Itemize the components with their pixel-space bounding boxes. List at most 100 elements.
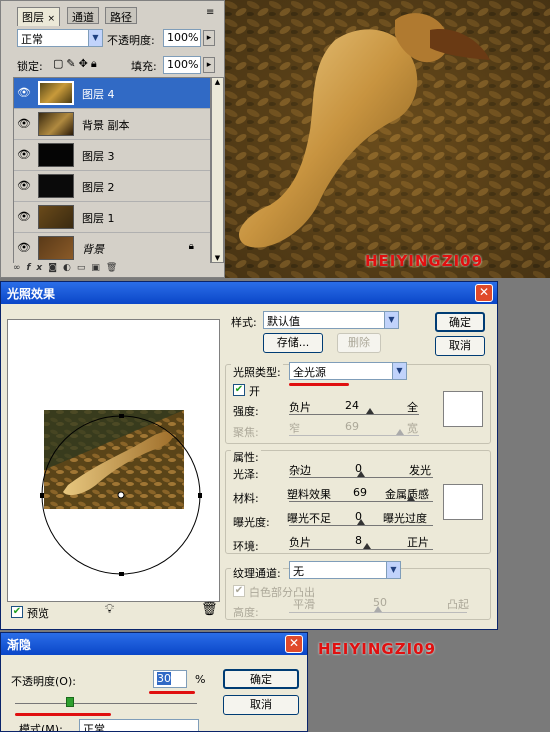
- ok-button[interactable]: 确定: [435, 312, 485, 332]
- white-high-checkbox[interactable]: ✔: [233, 585, 245, 597]
- intensity-slider-track[interactable]: [289, 414, 419, 415]
- fade-opacity-slider-track[interactable]: [15, 703, 197, 704]
- height-slider-track[interactable]: [289, 612, 467, 613]
- eye-icon[interactable]: 👁︎: [17, 210, 31, 223]
- close-button[interactable]: ✕: [285, 635, 303, 653]
- trash-icon[interactable]: 🗑︎: [201, 602, 218, 617]
- preview-checkbox[interactable]: ✔: [11, 606, 23, 618]
- intensity-slider-thumb[interactable]: [365, 408, 374, 414]
- intensity-min-label: 负片: [289, 401, 311, 414]
- ambience-slider-thumb[interactable]: [362, 543, 371, 549]
- new-layer-icon[interactable]: ▣: [91, 263, 106, 273]
- intensity-max-label: 全: [407, 401, 418, 414]
- gloss-label: 光泽:: [233, 468, 259, 481]
- fade-mode-label: 模式(M):: [19, 723, 63, 732]
- layer-row[interactable]: 👁︎ 背景 🔒︎: [14, 233, 210, 264]
- fade-opacity-slider-thumb[interactable]: [65, 697, 74, 707]
- mask-icon[interactable]: ◙: [48, 263, 63, 273]
- layer-row[interactable]: 👁︎ 图层 1: [14, 202, 210, 233]
- fill-label: 填充:: [131, 60, 157, 73]
- eye-icon[interactable]: 👁︎: [17, 117, 31, 130]
- height-slider-thumb[interactable]: [374, 606, 382, 612]
- layer-thumbnail: [38, 236, 74, 260]
- intensity-value: 24: [345, 399, 359, 412]
- fill-input[interactable]: 100%: [163, 56, 201, 74]
- properties-label: 属性:: [231, 449, 261, 465]
- layer-scrollbar[interactable]: ▲ ▼: [211, 77, 224, 263]
- scroll-down-icon[interactable]: ▼: [212, 254, 223, 262]
- chevron-down-icon: ▼: [386, 562, 400, 578]
- fx-icon[interactable]: fx: [27, 263, 49, 273]
- close-icon[interactable]: ×: [48, 14, 56, 24]
- ambience-slider-track[interactable]: [289, 549, 433, 550]
- fade-cancel-label: 取消: [250, 698, 272, 711]
- red-underline: [149, 691, 195, 694]
- eye-icon[interactable]: 👁︎: [17, 179, 31, 192]
- ok-button-label: 确定: [449, 316, 471, 329]
- fill-arrow-button[interactable]: ▸: [203, 57, 215, 73]
- blend-mode-select[interactable]: 正常 ▼: [17, 29, 103, 47]
- style-select[interactable]: 默认值 ▼: [263, 311, 399, 329]
- fade-mode-select[interactable]: 正常: [79, 719, 199, 731]
- material-min-label: 塑料效果: [287, 488, 331, 501]
- cancel-button[interactable]: 取消: [435, 336, 485, 356]
- texture-select[interactable]: 无 ▼: [289, 561, 401, 579]
- tab-layers[interactable]: 图层 ×: [17, 7, 61, 26]
- light-on-checkbox[interactable]: ✔: [233, 384, 245, 396]
- gloss-slider-track[interactable]: [289, 477, 433, 478]
- material-slider-thumb[interactable]: [407, 495, 416, 501]
- layer-row[interactable]: 👁︎ 图层 2: [14, 171, 210, 202]
- material-slider-track[interactable]: [289, 501, 433, 502]
- exposure-slider-track[interactable]: [289, 525, 433, 526]
- cancel-button-label: 取消: [449, 339, 471, 352]
- height-label: 高度:: [233, 606, 259, 619]
- panel-menu-icon[interactable]: ≡: [206, 7, 214, 18]
- layer-name: 图层 1: [82, 212, 115, 225]
- scroll-up-icon[interactable]: ▲: [212, 78, 223, 86]
- gloss-max-label: 发光: [409, 464, 431, 477]
- layer-thumbnail: [38, 112, 74, 136]
- eye-icon[interactable]: 👁︎: [17, 86, 31, 99]
- focus-slider-thumb[interactable]: [395, 429, 404, 435]
- close-button[interactable]: ✕: [475, 284, 493, 302]
- trash-icon[interactable]: 🗑︎: [106, 263, 123, 273]
- fade-ok-label: 确定: [250, 673, 272, 686]
- layer-list: 👁︎ 图层 4 👁︎ 背景 副本 👁︎ 图层 3 👁︎ 图层 2 👁︎ 图层 1…: [13, 77, 211, 264]
- fade-opacity-input[interactable]: 30: [153, 670, 187, 688]
- layer-name: 背景 副本: [82, 119, 130, 132]
- folder-icon[interactable]: ▭: [77, 263, 92, 273]
- adjustment-icon[interactable]: ◐: [63, 263, 77, 273]
- fade-cancel-button[interactable]: 取消: [223, 695, 299, 715]
- opacity-arrow-button[interactable]: ▸: [203, 30, 215, 46]
- watermark-text-2: HEIYINGZI09: [318, 640, 437, 658]
- layer-row[interactable]: 👁︎ 背景 副本: [14, 109, 210, 140]
- watermark-text: HEIYINGZI09: [365, 252, 484, 270]
- chevron-down-icon: ▼: [392, 363, 406, 379]
- light-color-swatch[interactable]: [443, 391, 483, 427]
- layer-row[interactable]: 👁︎ 图层 4: [14, 78, 210, 109]
- focus-value: 69: [345, 420, 359, 433]
- layer-row[interactable]: 👁︎ 图层 3: [14, 140, 210, 171]
- layer-name: 图层 4: [82, 88, 115, 101]
- exposure-slider-thumb[interactable]: [357, 519, 365, 525]
- focus-slider-track[interactable]: [289, 435, 419, 436]
- light-bulb-icon[interactable]: 💡︎: [105, 602, 114, 617]
- eye-icon[interactable]: 👁︎: [17, 241, 31, 254]
- gloss-slider-thumb[interactable]: [357, 471, 365, 477]
- link-icon[interactable]: ∞: [13, 263, 27, 273]
- eye-icon[interactable]: 👁︎: [17, 148, 31, 161]
- layer-thumbnail: [38, 143, 74, 167]
- ambient-color-swatch[interactable]: [443, 484, 483, 520]
- save-button[interactable]: 存储...: [263, 333, 323, 353]
- fade-percent-label: %: [195, 673, 206, 686]
- fade-ok-button[interactable]: 确定: [223, 669, 299, 689]
- light-type-select[interactable]: 全光源 ▼: [289, 362, 407, 380]
- lock-icons[interactable]: ▢✎✥🔒︎: [53, 57, 100, 71]
- delete-button[interactable]: 删除: [337, 333, 381, 353]
- ambience-max-label: 正片: [407, 536, 429, 549]
- fade-opacity-value: 30: [157, 672, 171, 685]
- tab-paths[interactable]: 路径: [105, 7, 137, 24]
- preview-area[interactable]: [7, 319, 220, 602]
- tab-channels[interactable]: 通道: [67, 7, 99, 24]
- opacity-input[interactable]: 100%: [163, 29, 201, 47]
